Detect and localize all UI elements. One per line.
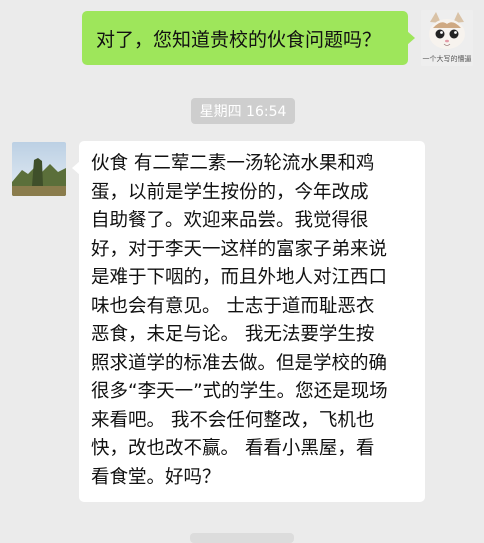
message-line: 来看吧。 我不会任何整改，飞机也 xyxy=(91,409,375,431)
message-line: 味也会有意见。 士志于道而耻恶衣 xyxy=(91,295,375,317)
message-line: 很多“李天一”式的学生。您还是现场 xyxy=(91,381,388,402)
my-avatar[interactable]: 一个大写的懵逼 xyxy=(421,10,473,66)
timestamp: 星期四 16:54 xyxy=(191,98,295,124)
message-line: 自助餐了。欢迎来品尝。我觉得很 xyxy=(91,210,369,231)
message-line: 蛋，以前是学生按份的，今年改成 xyxy=(91,181,369,203)
avatar-caption: 一个大写的懵逼 xyxy=(422,55,472,63)
message-line: 是难于下咽的，而且外地人对江西口 xyxy=(91,267,388,288)
incoming-message-bubble[interactable]: 伙食 有二荤二素一汤轮流水果和鸡 蛋，以前是学生按份的，今年改成 自助餐了。欢迎… xyxy=(72,141,425,502)
contact-avatar[interactable] xyxy=(12,142,66,196)
next-timestamp-peek xyxy=(190,533,294,543)
message-line: 看食堂。好吗？ xyxy=(91,466,221,488)
message-line: 伙食 有二荤二素一汤轮流水果和鸡 xyxy=(91,153,375,174)
chat-view: 对了，您知道贵校的伙食问题吗？ 一个大写的懵逼 星期四 16:54 伙食 有二荤… xyxy=(0,0,484,543)
message-line: 恶食，未足与论。 我无法要学生按 xyxy=(91,324,375,345)
outgoing-message-text: 对了，您知道贵校的伙食问题吗？ xyxy=(96,28,382,51)
outgoing-message-bubble[interactable]: 对了，您知道贵校的伙食问题吗？ xyxy=(82,11,415,65)
message-line: 好，对于李天一这样的富家子弟来说 xyxy=(91,238,388,260)
landscape-avatar-icon xyxy=(12,142,66,196)
message-line: 照求道学的标准去做。但是学校的确 xyxy=(91,352,388,374)
message-line: 快，改也改不赢。 看看小黑屋，看 xyxy=(91,438,375,459)
